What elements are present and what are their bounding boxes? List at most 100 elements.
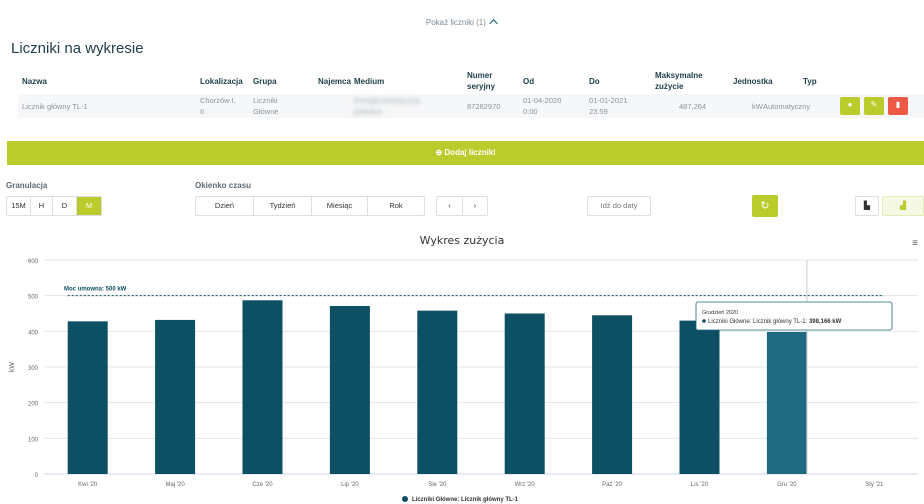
tooltip-series: Liczniki Główne: Licznik główny TL-1: 39… [708, 319, 842, 325]
x-tick-label: Paź '20 [602, 482, 622, 488]
info-icon: ● [847, 100, 853, 109]
granulation-d[interactable]: D [53, 197, 77, 215]
col-serial-1: Numer [467, 71, 493, 80]
granulation-15m[interactable]: 15M [7, 197, 31, 215]
window-week[interactable]: Tydzień [254, 197, 312, 215]
cell-location-1: Chorzów I, [200, 96, 236, 105]
x-tick-label: Sie '20 [428, 482, 447, 488]
show-meters-label: Pokaż liczniki (1) [425, 18, 486, 27]
y-tick-label: 500 [28, 295, 39, 301]
col-from: Od [523, 77, 535, 86]
col-tenant: Najemca [318, 77, 351, 86]
window-month[interactable]: Miesiąc [312, 197, 368, 215]
x-tick-label: Sty '21 [865, 482, 884, 488]
time-window-label: Okienko czasu [195, 181, 252, 190]
page: Pokaż liczniki (1) Liczniki na wykresie … [0, 0, 924, 504]
bar-chart-icon: ▙ [863, 201, 871, 210]
y-tick-label: 300 [28, 366, 39, 372]
x-tick-label: Lip '20 [341, 482, 359, 488]
bar [329, 306, 370, 474]
col-unit: Jednostka [733, 77, 773, 86]
chart-title: Wykres zużycia [420, 234, 505, 247]
col-to: Do [589, 77, 600, 86]
cell-to-1: 01-01-2021 [589, 96, 628, 105]
cell-group-2: Główne [253, 107, 279, 116]
col-medium: Medium [354, 77, 385, 86]
bar [417, 310, 458, 474]
legend-marker [402, 496, 408, 502]
line-chart-icon: ▟ [899, 201, 907, 210]
contract-power-label: Moc umowna: 500 kW [64, 287, 127, 293]
usage-chart: Wykres zużycia ≡ 0 100 200 300 400 500 600 kW K… [9, 234, 918, 503]
bar [504, 313, 545, 474]
x-tick-label: Wrz '20 [515, 482, 536, 488]
bar [155, 319, 196, 474]
col-max-2: zużycie [655, 82, 684, 91]
cell-serial: 87282970 [467, 102, 501, 111]
cell-to-2: 23:59 [589, 107, 608, 116]
tooltip-box [695, 301, 893, 331]
cell-from-2: 0:00 [523, 107, 538, 116]
col-max-1: Maksymalne [655, 71, 703, 80]
x-tick-label: Lis '20 [691, 482, 709, 488]
bar-chart-toggle[interactable]: ▙ [855, 196, 879, 216]
legend-label: Liczniki Główne: Licznik główny TL-1 [412, 497, 519, 503]
col-type: Typ [803, 77, 817, 86]
y-axis-label: kW [9, 362, 16, 373]
cell-unit: kW [752, 102, 763, 111]
line-chart-toggle[interactable]: ▟ [882, 196, 924, 216]
y-tick-label: 100 [28, 437, 39, 443]
tooltip-title: Grudzień 2020 [702, 310, 738, 316]
tooltip-value: 398,166 kW [809, 319, 842, 325]
tooltip: Grudzień 2020 Liczniki Główne: Licznik gł… [695, 301, 893, 331]
cell-medium-2: pobrana [354, 107, 382, 116]
granulation-label: Granulacja [6, 181, 48, 190]
cell-group-1: Liczniki [253, 96, 278, 105]
info-button[interactable]: ● [840, 97, 860, 115]
col-group: Grupa [253, 77, 277, 86]
col-name: Nazwa [22, 77, 47, 86]
add-meters-label: Dodaj liczniki [444, 148, 496, 157]
x-tick-label: Cze '20 [252, 482, 273, 488]
time-window-group: Dzień Tydzień Miesiąc Rok [195, 196, 425, 216]
x-tick-label: Kwi '20 [78, 482, 98, 488]
edit-icon: ✎ [870, 100, 878, 109]
cell-location-2: II [200, 107, 205, 116]
granulation-m[interactable]: M [77, 197, 101, 215]
bar [679, 320, 720, 474]
chart-menu-icon[interactable]: ≡ [912, 238, 918, 249]
show-meters-toggle[interactable]: Pokaż liczniki (1) [0, 18, 924, 28]
goto-date-button[interactable]: Idź do daty [587, 196, 651, 216]
table-header: Nazwa Lokalizacja Grupa Najemca Medium N… [0, 70, 924, 94]
granulation-h[interactable]: H [31, 197, 53, 215]
y-tick-label: 0 [35, 473, 39, 479]
x-tick-label: Gru '20 [777, 482, 797, 488]
prev-button[interactable]: ‹ [437, 197, 463, 215]
edit-button[interactable]: ✎ [864, 97, 884, 115]
refresh-button[interactable]: ↻ [752, 195, 778, 217]
cell-name: Licznik główny TL-1 [22, 102, 88, 111]
cell-from-1: 01-04-2020 [523, 96, 562, 105]
col-location: Lokalizacja [200, 77, 243, 86]
granulation-group: 15M H D M [6, 196, 102, 216]
bar [592, 315, 633, 474]
bar [242, 300, 283, 474]
next-button[interactable]: › [463, 197, 487, 215]
cell-type: Automatyczny [763, 102, 811, 111]
y-tick-label: 200 [28, 402, 39, 408]
nav-group: ‹ › [436, 196, 488, 216]
y-tick-label: 600 [28, 259, 39, 265]
chevron-up-icon [489, 19, 498, 28]
refresh-icon: ↻ [760, 200, 770, 212]
window-year[interactable]: Rok [368, 197, 424, 215]
tooltip-marker [702, 319, 706, 323]
table-row: Licznik główny TL-1 Chorzów I, II Liczni… [18, 94, 924, 118]
add-meters-button[interactable]: ⊕ Dodaj liczniki [7, 141, 924, 165]
cell-medium-1: Energia elektryczna [354, 96, 420, 105]
section-title: Liczniki na wykresie [11, 40, 144, 57]
window-day[interactable]: Dzień [196, 197, 254, 215]
delete-button[interactable]: ▮ [888, 97, 908, 115]
trash-icon: ▮ [895, 100, 901, 109]
bar [67, 321, 108, 474]
bar [766, 331, 807, 474]
